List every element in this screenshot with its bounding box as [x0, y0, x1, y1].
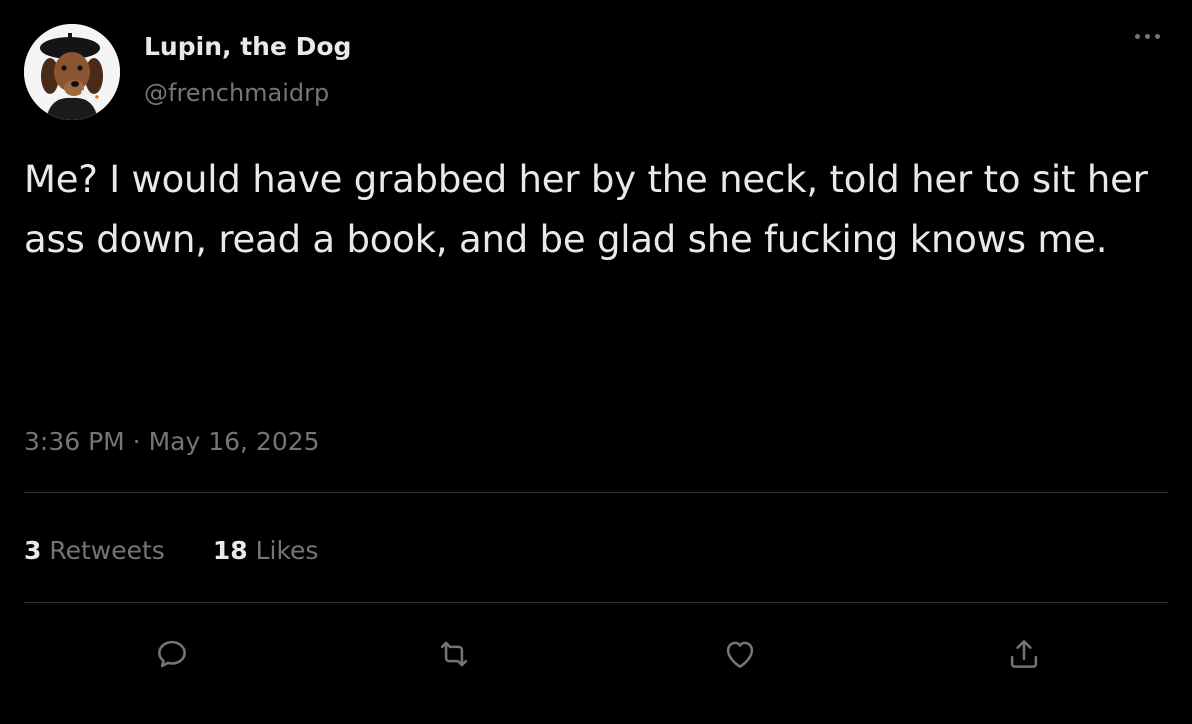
more-dot: [1135, 34, 1140, 39]
retweets-label: Retweets: [49, 536, 165, 565]
divider: [24, 602, 1168, 603]
tweet-timestamp[interactable]: 3:36 PM · May 16, 2025: [24, 424, 320, 460]
more-dot: [1155, 34, 1160, 39]
more-options-icon[interactable]: [1135, 34, 1160, 39]
tweet-stats: 3 Retweets 18 Likes: [24, 533, 318, 569]
author-handle[interactable]: @frenchmaidrp: [144, 78, 351, 108]
retweets-stat[interactable]: 3 Retweets: [24, 533, 165, 569]
likes-label: Likes: [255, 536, 319, 565]
tweet-text: Me? I would have grabbed her by the neck…: [24, 158, 1148, 261]
like-button[interactable]: [714, 628, 766, 680]
share-button[interactable]: [998, 628, 1050, 680]
likes-stat[interactable]: 18 Likes: [213, 533, 319, 569]
retweet-icon: [440, 641, 468, 667]
retweets-count: 3: [24, 536, 42, 565]
reply-icon: [158, 640, 186, 668]
likes-count: 18: [212, 536, 248, 565]
dachshund-beret-avatar-icon: [24, 24, 120, 120]
avatar[interactable]: [24, 24, 120, 120]
divider: [24, 492, 1168, 493]
share-icon: [1010, 640, 1038, 668]
tweet-card: Lupin, the Dog @frenchmaidrp Me? I would…: [0, 0, 1192, 724]
tweet-header: Lupin, the Dog @frenchmaidrp: [24, 24, 351, 120]
like-icon: [726, 641, 754, 668]
author-names: Lupin, the Dog @frenchmaidrp: [144, 32, 351, 108]
more-dot: [1145, 34, 1150, 39]
retweet-button[interactable]: [428, 628, 480, 680]
tweet-actions: [0, 628, 1192, 680]
author-display-name[interactable]: Lupin, the Dog: [144, 32, 351, 62]
reply-button[interactable]: [146, 628, 198, 680]
